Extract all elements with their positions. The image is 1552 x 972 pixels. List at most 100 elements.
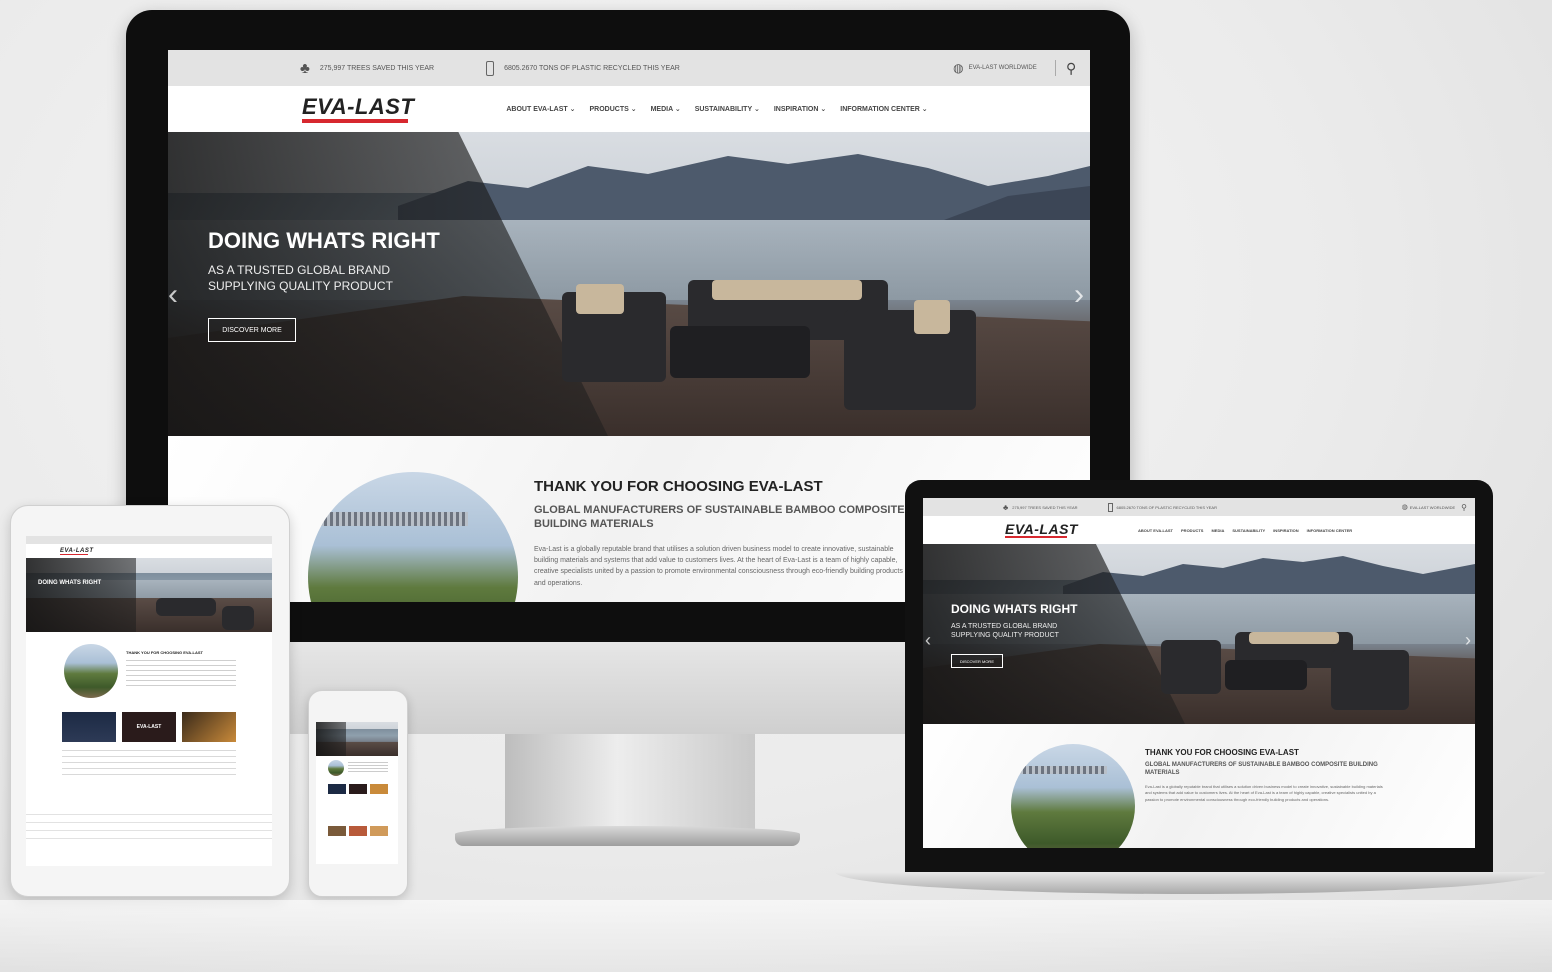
card-image	[328, 784, 346, 794]
tablet-footer	[26, 814, 272, 844]
intro-body: Eva-Last is a globally reputable brand t…	[534, 546, 903, 587]
logo-underline	[1005, 536, 1067, 538]
nav-media[interactable]: MEDIA ⌄	[651, 105, 681, 113]
card-image	[370, 826, 388, 836]
chevron-right-icon[interactable]: ›	[1465, 630, 1471, 651]
hero-sofa	[156, 598, 216, 616]
hero-title: DOING WHATS RIGHT	[208, 228, 440, 253]
plastic-recycled-stat: 6805.2670 TONS OF PLASTIC RECYCLED THIS …	[504, 64, 680, 72]
laptop-nav-row: EVA-LAST ABOUT EVA-LAST PRODUCTS MEDIA S…	[923, 516, 1475, 544]
laptop-intro-subtitle: GLOBAL MANUFACTURERS OF SUSTAINABLE BAMB…	[1145, 762, 1378, 776]
card-image	[328, 826, 346, 836]
tablet-nav: EVA-LAST	[26, 544, 272, 558]
nav-about[interactable]: ABOUT EVA-LAST	[1138, 528, 1173, 533]
nav-about[interactable]: ABOUT EVA-LAST ⌄	[506, 105, 575, 113]
laptop-intro: THANK YOU FOR CHOOSING EVA-LAST GLOBAL M…	[923, 724, 1475, 848]
laptop-nav: ABOUT EVA-LAST PRODUCTS MEDIA SUSTAINABI…	[1138, 528, 1352, 533]
card-image	[182, 712, 236, 742]
laptop-top-bar: ♣ 275,997 TREES SAVED THIS YEAR 6805.267…	[923, 498, 1475, 516]
plastic-recycled-stat: 6805.2670 TONS OF PLASTIC RECYCLED THIS …	[1116, 504, 1217, 510]
hero-table	[670, 326, 810, 378]
card-image: EVA-LAST	[122, 712, 176, 742]
tablet-hero: DOING WHATS RIGHT	[26, 558, 272, 632]
region-selector[interactable]: ◍ EVA-LAST WORLDWIDE	[1402, 503, 1456, 511]
discover-more-button[interactable]: DISCOVER MORE	[208, 318, 296, 342]
chevron-left-icon[interactable]: ‹	[925, 630, 931, 651]
laptop-discover-more-button[interactable]: DISCOVER MORE	[951, 654, 1003, 668]
chevron-left-icon[interactable]: ‹	[168, 278, 178, 312]
eva-last-logo[interactable]: EVA-LAST	[302, 95, 414, 123]
phone-cards	[328, 826, 388, 836]
tablet-logo: EVA-LAST	[60, 547, 94, 555]
laptop-pergola-image	[1011, 744, 1135, 848]
pergola-roof	[1017, 766, 1107, 774]
nav-inspiration[interactable]: INSPIRATION ⌄	[774, 105, 826, 113]
nav-sustainability[interactable]: SUSTAINABILITY ⌄	[695, 105, 760, 113]
sofa-cushion	[712, 280, 862, 300]
hero-overlay	[26, 558, 136, 632]
chevron-right-icon[interactable]: ›	[1074, 278, 1084, 312]
divider	[1054, 60, 1056, 76]
monitor-stand-neck	[505, 734, 755, 830]
hero-armchair-right	[1331, 650, 1409, 710]
tablet-intro: THANK YOU FOR CHOOSING EVA-LAST	[26, 632, 272, 702]
nav-products[interactable]: PRODUCTS	[1181, 528, 1203, 533]
laptop-logo[interactable]: EVA-LAST	[1005, 522, 1078, 538]
trees-saved-stat: 275,997 TREES SAVED THIS YEAR	[319, 64, 435, 72]
pergola-image	[308, 472, 518, 602]
bottle-icon	[486, 60, 495, 76]
main-nav: ABOUT EVA-LAST ⌄ PRODUCTS ⌄ MEDIA ⌄ SUST…	[506, 105, 927, 113]
nav-products[interactable]: PRODUCTS ⌄	[590, 105, 637, 113]
logo-underline	[60, 553, 88, 555]
hero-armchair-left	[1161, 640, 1221, 694]
trees-saved-stat: 275,997 TREES SAVED THIS YEAR	[1012, 504, 1078, 510]
laptop-screen: ♣ 275,997 TREES SAVED THIS YEAR 6805.267…	[923, 498, 1475, 848]
phone-screen	[316, 722, 398, 864]
card-image	[370, 784, 388, 794]
nav-information-center[interactable]: INFORMATION CENTER ⌄	[840, 105, 927, 113]
tablet-footer-lines	[62, 750, 236, 780]
monitor-stand-base	[455, 826, 800, 846]
nav-sustainability[interactable]: SUSTAINABILITY	[1232, 528, 1265, 533]
search-icon[interactable]: ⚲	[1066, 60, 1076, 77]
laptop-hero: DOING WHATS RIGHT AS A TRUSTED GLOBAL BR…	[923, 544, 1475, 724]
nav-media[interactable]: MEDIA	[1211, 528, 1224, 533]
tree-icon: ♣	[1003, 502, 1009, 512]
globe-icon: ◍	[953, 61, 964, 75]
sofa-cushion	[1249, 632, 1339, 644]
card-image	[349, 826, 367, 836]
hero-overlay	[316, 722, 346, 756]
hero-armchair	[222, 606, 254, 630]
tablet-top-bar	[26, 536, 272, 544]
main-nav-row: EVA-LAST ABOUT EVA-LAST ⌄ PRODUCTS ⌄ MED…	[168, 86, 1090, 132]
laptop-intro-body: Eva-Last is a globally reputable brand t…	[1145, 784, 1383, 802]
globe-icon: ◍	[1401, 504, 1408, 511]
bottle-icon	[1107, 502, 1113, 512]
floor-reflection	[0, 900, 1552, 972]
card-image	[349, 784, 367, 794]
laptop-hero-title: DOING WHATS RIGHT	[951, 602, 1078, 616]
tablet-screen: EVA-LAST DOING WHATS RIGHT THANK YOU FOR…	[26, 536, 272, 866]
nav-inspiration[interactable]: INSPIRATION	[1273, 528, 1298, 533]
hero-slider: DOING WHATS RIGHT AS A TRUSTED GLOBAL BR…	[168, 132, 1090, 436]
laptop-base	[835, 872, 1545, 894]
pergola-roof	[318, 512, 468, 526]
armchair-cushion	[914, 300, 950, 334]
tablet-hero-title: DOING WHATS RIGHT	[38, 580, 102, 586]
tablet-pergola-image	[64, 644, 118, 698]
intro-subtitle: GLOBAL MANUFACTURERS OF SUSTAINABLE BAMB…	[534, 504, 905, 530]
intro-title: THANK YOU FOR CHOOSING EVA-LAST	[534, 478, 823, 495]
phone-cards	[328, 784, 388, 794]
phone-text-lines	[348, 762, 388, 774]
hero-table	[1225, 660, 1307, 690]
laptop-intro-title: THANK YOU FOR CHOOSING EVA-LAST	[1145, 748, 1299, 757]
armchair-cushion	[576, 284, 624, 314]
tablet-cards: EVA-LAST	[26, 702, 272, 742]
hero-armchair-right	[844, 310, 976, 410]
search-icon[interactable]: ⚲	[1461, 503, 1467, 512]
nav-information-center[interactable]: INFORMATION CENTER	[1307, 528, 1352, 533]
laptop-hero-subtitle: AS A TRUSTED GLOBAL BRAND SUPPLYING QUAL…	[951, 623, 1059, 640]
logo-underline	[302, 118, 408, 123]
card-image	[62, 712, 116, 742]
region-selector[interactable]: ◍ EVA-LAST WORLDWIDE	[953, 61, 1037, 75]
